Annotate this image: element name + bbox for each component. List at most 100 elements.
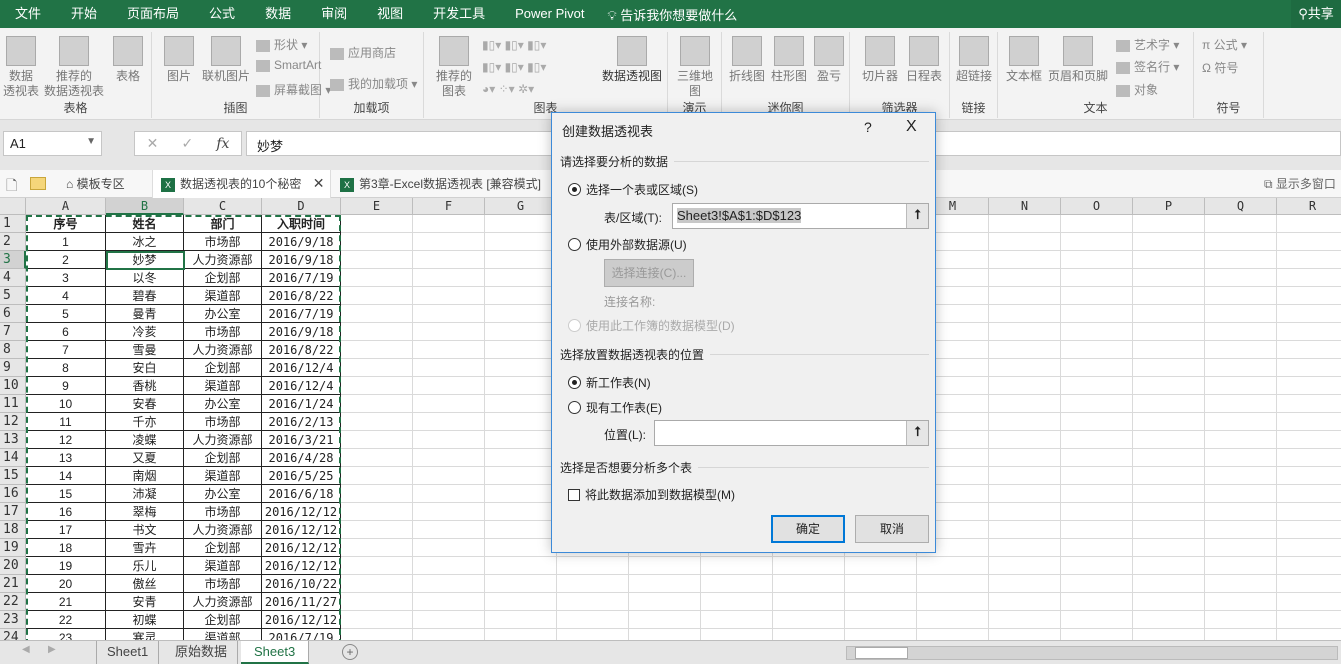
share-button[interactable]: ⚲共享 xyxy=(1291,0,1341,28)
table-cell[interactable]: 2016/11/27 xyxy=(262,593,341,611)
cell[interactable] xyxy=(341,593,413,611)
row-header[interactable]: 20 xyxy=(0,557,26,575)
table-cell[interactable]: 2016/12/12 xyxy=(262,557,341,575)
cell[interactable] xyxy=(1061,521,1133,539)
cell[interactable] xyxy=(989,575,1061,593)
table-header-cell[interactable]: 姓名 xyxy=(106,215,184,233)
table-cell[interactable]: 13 xyxy=(26,449,106,467)
column-header[interactable]: A xyxy=(26,198,106,215)
cell[interactable] xyxy=(989,305,1061,323)
multi-window-button[interactable]: ⧉ 显示多窗口 xyxy=(1264,175,1336,192)
row-header[interactable]: 21 xyxy=(0,575,26,593)
new-file-icon[interactable]: 🗋 xyxy=(6,175,17,199)
column-header[interactable]: B xyxy=(106,198,184,215)
table-cell[interactable]: 22 xyxy=(26,611,106,629)
table-cell[interactable]: 2016/12/12 xyxy=(262,611,341,629)
cell[interactable] xyxy=(485,251,557,269)
header-footer-button[interactable]: 页眉和页脚 xyxy=(1046,34,1110,84)
cell[interactable] xyxy=(845,629,917,640)
doc-tab-templates[interactable]: ⌂ 模板专区 xyxy=(66,175,125,192)
cell[interactable] xyxy=(1205,305,1277,323)
cell[interactable] xyxy=(341,503,413,521)
cell[interactable] xyxy=(1277,539,1341,557)
hyperlink-button[interactable]: 超链接 xyxy=(954,34,994,84)
table-cell[interactable]: 寒灵 xyxy=(106,629,184,640)
add-to-data-model-checkbox[interactable]: 将此数据添加到数据模型(M) xyxy=(568,486,735,503)
cell[interactable] xyxy=(413,485,485,503)
cell[interactable] xyxy=(341,269,413,287)
sheet-tab-sheet1[interactable]: Sheet1 xyxy=(96,641,160,664)
cell[interactable] xyxy=(1133,215,1205,233)
cell[interactable] xyxy=(485,575,557,593)
cell[interactable] xyxy=(485,503,557,521)
cell[interactable] xyxy=(1133,341,1205,359)
table-cell[interactable]: 2016/12/4 xyxy=(262,377,341,395)
cell[interactable] xyxy=(701,629,773,640)
add-sheet-icon[interactable]: + xyxy=(342,644,358,660)
table-cell[interactable]: 渠道部 xyxy=(184,629,262,640)
cell[interactable] xyxy=(1205,395,1277,413)
cell[interactable] xyxy=(1133,575,1205,593)
row-header[interactable]: 1 xyxy=(0,215,26,233)
table-cell[interactable]: 凌蝶 xyxy=(106,431,184,449)
cell[interactable] xyxy=(341,575,413,593)
table-cell[interactable]: 2016/6/18 xyxy=(262,485,341,503)
table-cell[interactable]: 安春 xyxy=(106,395,184,413)
cell[interactable] xyxy=(485,467,557,485)
cell[interactable] xyxy=(1277,251,1341,269)
sheet-tab-sheet3[interactable]: Sheet3 xyxy=(241,641,310,664)
cell[interactable] xyxy=(1205,521,1277,539)
cell[interactable] xyxy=(701,557,773,575)
table-cell[interactable]: 冷荄 xyxy=(106,323,184,341)
sparkline-line-button[interactable]: 折线图 xyxy=(728,34,766,84)
table-cell[interactable]: 2016/12/12 xyxy=(262,521,341,539)
cell[interactable] xyxy=(1277,449,1341,467)
cell[interactable] xyxy=(1133,521,1205,539)
cell[interactable] xyxy=(485,269,557,287)
table-cell[interactable]: 2016/12/12 xyxy=(262,503,341,521)
cell[interactable] xyxy=(989,323,1061,341)
cell[interactable] xyxy=(845,575,917,593)
cell[interactable] xyxy=(845,611,917,629)
cell[interactable] xyxy=(989,269,1061,287)
cell[interactable] xyxy=(1061,503,1133,521)
row-header[interactable]: 24 xyxy=(0,629,26,640)
column-header[interactable]: N xyxy=(989,198,1061,215)
table-cell[interactable]: 2016/9/18 xyxy=(262,323,341,341)
table-cell[interactable]: 21 xyxy=(26,593,106,611)
close-icon[interactable]: ✕ xyxy=(313,175,325,191)
radio-existing-worksheet[interactable]: 现有工作表(E) xyxy=(568,399,662,416)
cell[interactable] xyxy=(1205,215,1277,233)
cell[interactable] xyxy=(485,323,557,341)
ribbon-tab[interactable]: Power Pivot xyxy=(500,0,599,28)
cell[interactable] xyxy=(1061,575,1133,593)
cell[interactable] xyxy=(989,449,1061,467)
table-cell[interactable]: 书文 xyxy=(106,521,184,539)
cell[interactable] xyxy=(989,557,1061,575)
row-header[interactable]: 8 xyxy=(0,341,26,359)
cell[interactable] xyxy=(773,593,845,611)
cell[interactable] xyxy=(1277,341,1341,359)
collapse-dialog-icon[interactable]: ⭡ xyxy=(906,204,928,228)
cell[interactable] xyxy=(341,251,413,269)
table-cell[interactable]: 渠道部 xyxy=(184,377,262,395)
smartart-button[interactable]: SmartArt xyxy=(256,58,321,72)
cell[interactable] xyxy=(1133,323,1205,341)
table-cell[interactable]: 2016/2/13 xyxy=(262,413,341,431)
cell[interactable] xyxy=(1205,629,1277,640)
table-cell[interactable]: 19 xyxy=(26,557,106,575)
table-cell[interactable]: 以冬 xyxy=(106,269,184,287)
column-header[interactable]: R xyxy=(1277,198,1341,215)
cell[interactable] xyxy=(1133,629,1205,640)
cell[interactable] xyxy=(917,575,989,593)
cell[interactable] xyxy=(989,251,1061,269)
cell[interactable] xyxy=(341,233,413,251)
table-cell[interactable]: 9 xyxy=(26,377,106,395)
cell[interactable] xyxy=(1277,305,1341,323)
my-addins-button[interactable]: 我的加载项 ▾ xyxy=(330,75,417,92)
cell[interactable] xyxy=(1061,215,1133,233)
row-header[interactable]: 9 xyxy=(0,359,26,377)
cell[interactable] xyxy=(989,503,1061,521)
ribbon-tab[interactable]: 页面布局 xyxy=(112,0,194,28)
cell[interactable] xyxy=(1205,233,1277,251)
